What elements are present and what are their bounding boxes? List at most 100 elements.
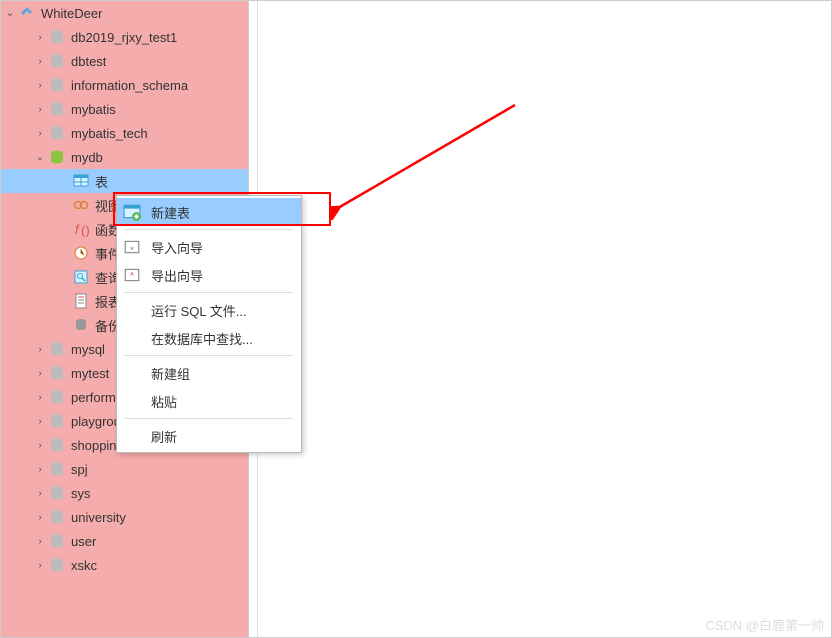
menu-run-sql[interactable]: 运行 SQL 文件... bbox=[117, 296, 301, 324]
connection-label: WhiteDeer bbox=[41, 6, 102, 21]
menu-separator bbox=[125, 229, 293, 230]
menu-label: 刷新 bbox=[151, 427, 177, 446]
expand-icon[interactable]: › bbox=[33, 126, 47, 140]
database-icon bbox=[49, 341, 65, 357]
backup-icon bbox=[73, 317, 89, 333]
expand-icon[interactable]: › bbox=[33, 534, 47, 548]
blank-icon bbox=[123, 364, 141, 382]
blank-icon bbox=[123, 427, 141, 445]
database-node[interactable]: › mybatis_tech bbox=[1, 121, 248, 145]
menu-paste[interactable]: 粘贴 bbox=[117, 387, 301, 415]
expand-icon[interactable]: › bbox=[33, 486, 47, 500]
table-icon bbox=[73, 173, 89, 189]
menu-import-wizard[interactable]: 导入向导 bbox=[117, 233, 301, 261]
menu-label: 粘贴 bbox=[151, 392, 177, 411]
database-label: mybatis_tech bbox=[71, 126, 148, 141]
database-icon bbox=[49, 509, 65, 525]
expand-icon[interactable]: › bbox=[33, 366, 47, 380]
menu-separator bbox=[125, 292, 293, 293]
database-node[interactable]: › db2019_rjxy_test1 bbox=[1, 25, 248, 49]
menu-find-in-db[interactable]: 在数据库中查找... bbox=[117, 324, 301, 352]
database-icon bbox=[49, 437, 65, 453]
connection-icon bbox=[19, 5, 35, 21]
database-node-mydb[interactable]: ⌄ mydb bbox=[1, 145, 248, 169]
expand-icon[interactable]: › bbox=[33, 558, 47, 572]
menu-separator bbox=[125, 418, 293, 419]
expand-icon[interactable]: ⌄ bbox=[33, 150, 47, 164]
expand-icon[interactable]: › bbox=[33, 78, 47, 92]
expand-icon[interactable]: ⌄ bbox=[3, 6, 17, 20]
database-icon bbox=[49, 125, 65, 141]
menu-label: 新建表 bbox=[151, 203, 190, 222]
database-node[interactable]: › user bbox=[1, 529, 248, 553]
expand-icon[interactable]: › bbox=[33, 438, 47, 452]
database-label: information_schema bbox=[71, 78, 188, 93]
database-icon bbox=[49, 557, 65, 573]
connection-node[interactable]: ⌄ WhiteDeer bbox=[1, 1, 248, 25]
menu-label: 在数据库中查找... bbox=[151, 329, 253, 348]
event-icon bbox=[73, 245, 89, 261]
database-label: mybatis bbox=[71, 102, 116, 117]
menu-export-wizard[interactable]: 导出向导 bbox=[117, 261, 301, 289]
database-label: university bbox=[71, 510, 126, 525]
database-label: sys bbox=[71, 486, 91, 501]
expand-icon[interactable]: › bbox=[33, 414, 47, 428]
svg-text:(): () bbox=[81, 223, 89, 237]
database-icon bbox=[49, 77, 65, 93]
database-node[interactable]: › dbtest bbox=[1, 49, 248, 73]
database-icon bbox=[49, 461, 65, 477]
expand-icon[interactable]: › bbox=[33, 102, 47, 116]
report-icon bbox=[73, 293, 89, 309]
expand-icon[interactable]: › bbox=[33, 510, 47, 524]
query-icon bbox=[73, 269, 89, 285]
new-table-icon bbox=[123, 203, 141, 221]
tree-child-label: 表 bbox=[95, 172, 108, 191]
database-icon bbox=[49, 365, 65, 381]
database-label: db2019_rjxy_test1 bbox=[71, 30, 177, 45]
database-node[interactable]: › spj bbox=[1, 457, 248, 481]
database-node[interactable]: › xskc bbox=[1, 553, 248, 577]
menu-label: 导出向导 bbox=[151, 266, 203, 285]
database-icon bbox=[49, 413, 65, 429]
database-icon bbox=[49, 29, 65, 45]
menu-label: 新建组 bbox=[151, 364, 190, 383]
database-label: xskc bbox=[71, 558, 97, 573]
menu-refresh[interactable]: 刷新 bbox=[117, 422, 301, 450]
database-icon bbox=[49, 53, 65, 69]
database-icon bbox=[49, 389, 65, 405]
expand-icon[interactable]: › bbox=[33, 30, 47, 44]
menu-new-table[interactable]: 新建表 bbox=[117, 198, 301, 226]
database-label: mytest bbox=[71, 366, 109, 381]
blank-icon bbox=[123, 329, 141, 347]
expand-icon[interactable]: › bbox=[33, 54, 47, 68]
expand-icon[interactable]: › bbox=[33, 390, 47, 404]
database-icon bbox=[49, 533, 65, 549]
svg-text:f: f bbox=[75, 222, 80, 237]
database-icon bbox=[49, 485, 65, 501]
database-label: spj bbox=[71, 462, 88, 477]
database-node[interactable]: › sys bbox=[1, 481, 248, 505]
expand-icon[interactable]: › bbox=[33, 342, 47, 356]
database-icon bbox=[49, 101, 65, 117]
database-node[interactable]: › mybatis bbox=[1, 97, 248, 121]
context-menu: 新建表 导入向导 导出向导 运行 SQL 文件... 在数据库中查找... 新建… bbox=[116, 195, 302, 453]
database-label: dbtest bbox=[71, 54, 106, 69]
menu-new-group[interactable]: 新建组 bbox=[117, 359, 301, 387]
function-icon: f() bbox=[73, 221, 89, 237]
database-active-icon bbox=[49, 149, 65, 165]
watermark: CSDN @白鹿第一帅 bbox=[705, 615, 824, 634]
menu-label: 导入向导 bbox=[151, 238, 203, 257]
tree-child-table[interactable]: ›表 bbox=[1, 169, 248, 193]
main-content-area bbox=[249, 1, 831, 637]
database-label: mydb bbox=[71, 150, 103, 165]
import-icon bbox=[123, 238, 141, 256]
database-node[interactable]: › information_schema bbox=[1, 73, 248, 97]
view-icon bbox=[73, 197, 89, 213]
menu-separator bbox=[125, 355, 293, 356]
menu-label: 运行 SQL 文件... bbox=[151, 301, 247, 320]
database-label: mysql bbox=[71, 342, 105, 357]
database-node[interactable]: › university bbox=[1, 505, 248, 529]
database-label: user bbox=[71, 534, 96, 549]
blank-icon bbox=[123, 392, 141, 410]
expand-icon[interactable]: › bbox=[33, 462, 47, 476]
